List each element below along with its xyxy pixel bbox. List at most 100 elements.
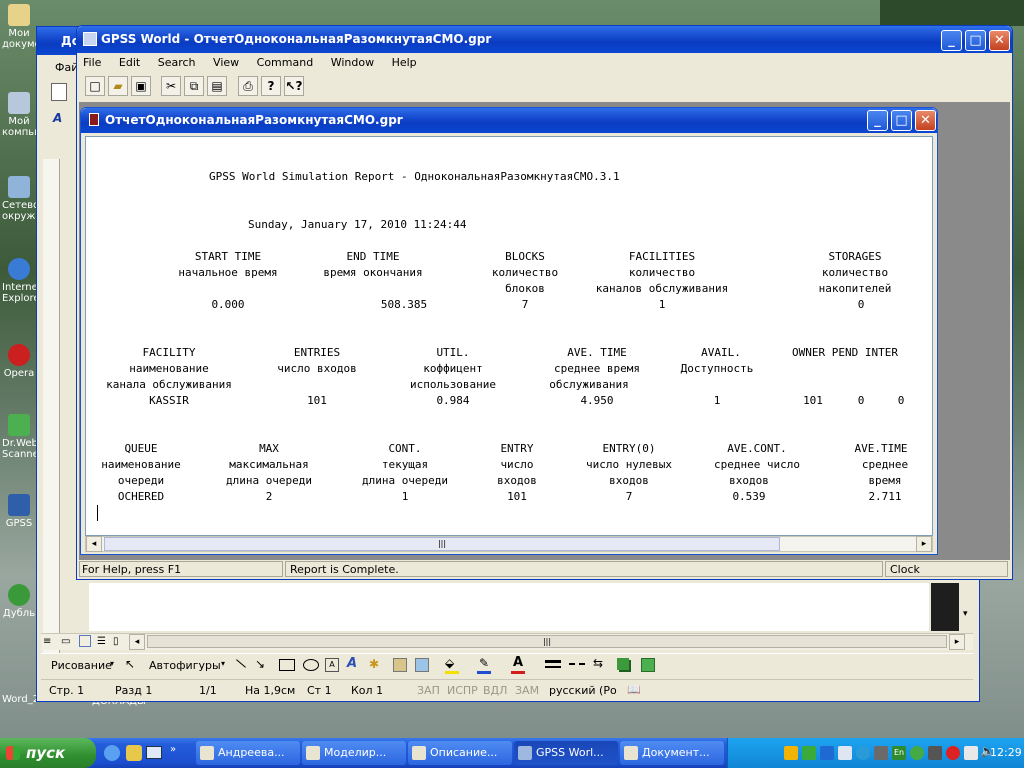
report-title-bar[interactable]: ОтчетОднокональнаяРазомкнутаяСМО.gpr _ □… (81, 108, 937, 133)
scroll-left-icon[interactable]: ◂ (86, 536, 102, 552)
hscroll-thumb[interactable]: ||| (147, 635, 947, 648)
rectangle-tool-icon[interactable] (279, 659, 295, 671)
fill-color-icon[interactable]: ⬙ (445, 656, 454, 670)
tray-icon-6[interactable] (874, 746, 888, 760)
save-icon[interactable]: ▣ (131, 76, 151, 96)
status-ext[interactable]: ВДЛ (483, 684, 507, 697)
paste-icon[interactable]: ▤ (207, 76, 227, 96)
desktop-icon-ie[interactable]: Internet Explorer (2, 258, 36, 304)
task-button-1[interactable]: Андреева... (196, 741, 300, 765)
clock[interactable]: 12:29 (990, 746, 1022, 759)
tray-icon-8[interactable] (928, 746, 942, 760)
minimize-button[interactable]: _ (941, 30, 962, 51)
desktop-icon-gpss[interactable]: GPSS (2, 494, 36, 529)
word-document-page[interactable] (89, 583, 929, 631)
line-color-icon[interactable]: ✎ (479, 656, 489, 670)
word-menu-file[interactable]: Фай (55, 61, 78, 74)
context-help-icon[interactable]: ↖? (284, 76, 304, 96)
tray-icon-1[interactable] (784, 746, 798, 760)
menu-search[interactable]: Search (158, 56, 196, 69)
start-button[interactable]: пуск (0, 738, 96, 768)
tray-icon-en[interactable]: En (892, 746, 906, 760)
clipart-icon[interactable] (393, 658, 407, 672)
view-reading-icon[interactable]: ▯ (113, 636, 119, 647)
menu-command[interactable]: Command (257, 56, 314, 69)
task-button-3[interactable]: Описание... (408, 741, 512, 765)
maximize-button[interactable]: □ (965, 30, 986, 51)
arrow-tool-icon[interactable]: ↘ (255, 657, 265, 671)
view-web-icon[interactable]: ▭ (61, 636, 70, 647)
oval-tool-icon[interactable] (303, 659, 319, 671)
task-button-gpss[interactable]: GPSS Worl... (514, 741, 618, 765)
report-minimize-button[interactable]: _ (867, 110, 888, 131)
menu-edit[interactable]: Edit (119, 56, 140, 69)
report-close-button[interactable]: ✕ (915, 110, 936, 131)
tray-icon-10[interactable] (964, 746, 978, 760)
view-normal-icon[interactable]: ≡ (43, 636, 51, 647)
desktop-icon-my-documents[interactable]: Мои документы (2, 4, 36, 50)
copy-icon[interactable]: ⧉ (184, 76, 204, 96)
quicklaunch-desktop-icon[interactable] (146, 746, 162, 759)
word-vscroll[interactable]: ▾ (959, 583, 975, 631)
scroll-left-icon[interactable]: ◂ (129, 634, 145, 650)
autoshapes-menu-button[interactable]: Автофигуры (149, 659, 221, 672)
scroll-right-icon[interactable]: ▸ (949, 634, 965, 650)
open-icon[interactable]: ▰ (108, 76, 128, 96)
shadow-icon[interactable] (617, 658, 629, 670)
status-trk[interactable]: ИСПР (447, 684, 478, 697)
status-ovr[interactable]: ЗАМ (515, 684, 539, 697)
tray-icon-9[interactable] (946, 746, 960, 760)
arrow-style-icon[interactable]: ⇆ (593, 656, 603, 670)
diagram-icon[interactable]: ✱ (369, 657, 379, 671)
select-pointer-icon[interactable]: ↖ (125, 657, 135, 671)
cut-icon[interactable]: ✂ (161, 76, 181, 96)
quicklaunch-more-icon[interactable]: » (170, 744, 176, 755)
view-outline-icon[interactable]: ☰ (97, 636, 106, 647)
word-new-doc-icon[interactable] (51, 83, 67, 101)
dash-style-icon[interactable] (569, 663, 585, 666)
print-icon[interactable]: ⎙ (238, 76, 258, 96)
scroll-down-icon[interactable]: ▾ (963, 609, 968, 619)
task-button-2[interactable]: Моделир... (302, 741, 406, 765)
drawing-menu-button[interactable]: Рисование (51, 659, 112, 672)
view-print-icon[interactable] (79, 635, 91, 647)
desktop-icon-network[interactable]: Сетевое окружение (2, 176, 36, 222)
close-button[interactable]: ✕ (989, 30, 1010, 51)
quicklaunch-ie-icon[interactable] (104, 745, 120, 761)
help-icon[interactable]: ? (261, 76, 281, 96)
menu-help[interactable]: Help (392, 56, 417, 69)
word-style-icon[interactable]: A (53, 111, 62, 125)
report-text-area[interactable]: GPSS World Simulation Report - Одноконал… (85, 136, 933, 536)
desktop-icon-drweb[interactable]: Dr.Web Scanner (2, 414, 36, 460)
menu-file[interactable]: File (83, 56, 101, 69)
line-tool-icon[interactable] (236, 659, 246, 668)
desktop-icon-my-computer[interactable]: Мой компьютер (2, 92, 36, 138)
desktop-icon-dubl[interactable]: Дубль (2, 584, 36, 619)
new-icon[interactable]: □ (85, 76, 105, 96)
menu-window[interactable]: Window (331, 56, 374, 69)
tray-icon-5[interactable] (856, 746, 870, 760)
scroll-right-icon[interactable]: ▸ (916, 536, 932, 552)
report-maximize-button[interactable]: □ (891, 110, 912, 131)
menu-view[interactable]: View (213, 56, 239, 69)
spelling-status-icon[interactable]: 📖 (627, 683, 641, 696)
tray-icon-4[interactable] (838, 746, 852, 760)
status-rec[interactable]: ЗАП (417, 684, 440, 697)
font-color-icon[interactable]: A (513, 655, 523, 670)
tray-icon-7[interactable] (910, 746, 924, 760)
tray-icon-2[interactable] (802, 746, 816, 760)
wordart-icon[interactable]: A (347, 656, 357, 671)
report-window[interactable]: ОтчетОднокональнаяРазомкнутаяСМО.gpr _ □… (80, 107, 938, 555)
desktop-icon-opera[interactable]: Opera (2, 344, 36, 379)
quicklaunch-app-icon[interactable] (126, 745, 142, 761)
tray-icon-3[interactable] (820, 746, 834, 760)
task-button-5[interactable]: Документ... (620, 741, 724, 765)
3d-icon[interactable] (641, 658, 655, 672)
report-hscroll[interactable]: ◂ ||| ▸ (85, 536, 933, 552)
report-hscroll-thumb[interactable]: ||| (104, 537, 780, 551)
picture-icon[interactable] (415, 658, 429, 672)
word-hscroll[interactable]: ≡ ▭ ☰ ▯ ◂ ||| ▸ (41, 633, 973, 650)
line-style-icon[interactable] (545, 660, 561, 668)
textbox-tool-icon[interactable]: A (325, 658, 339, 672)
gpss-title-bar[interactable]: GPSS World - ОтчетОднокональнаяРазомкнут… (77, 26, 1012, 53)
